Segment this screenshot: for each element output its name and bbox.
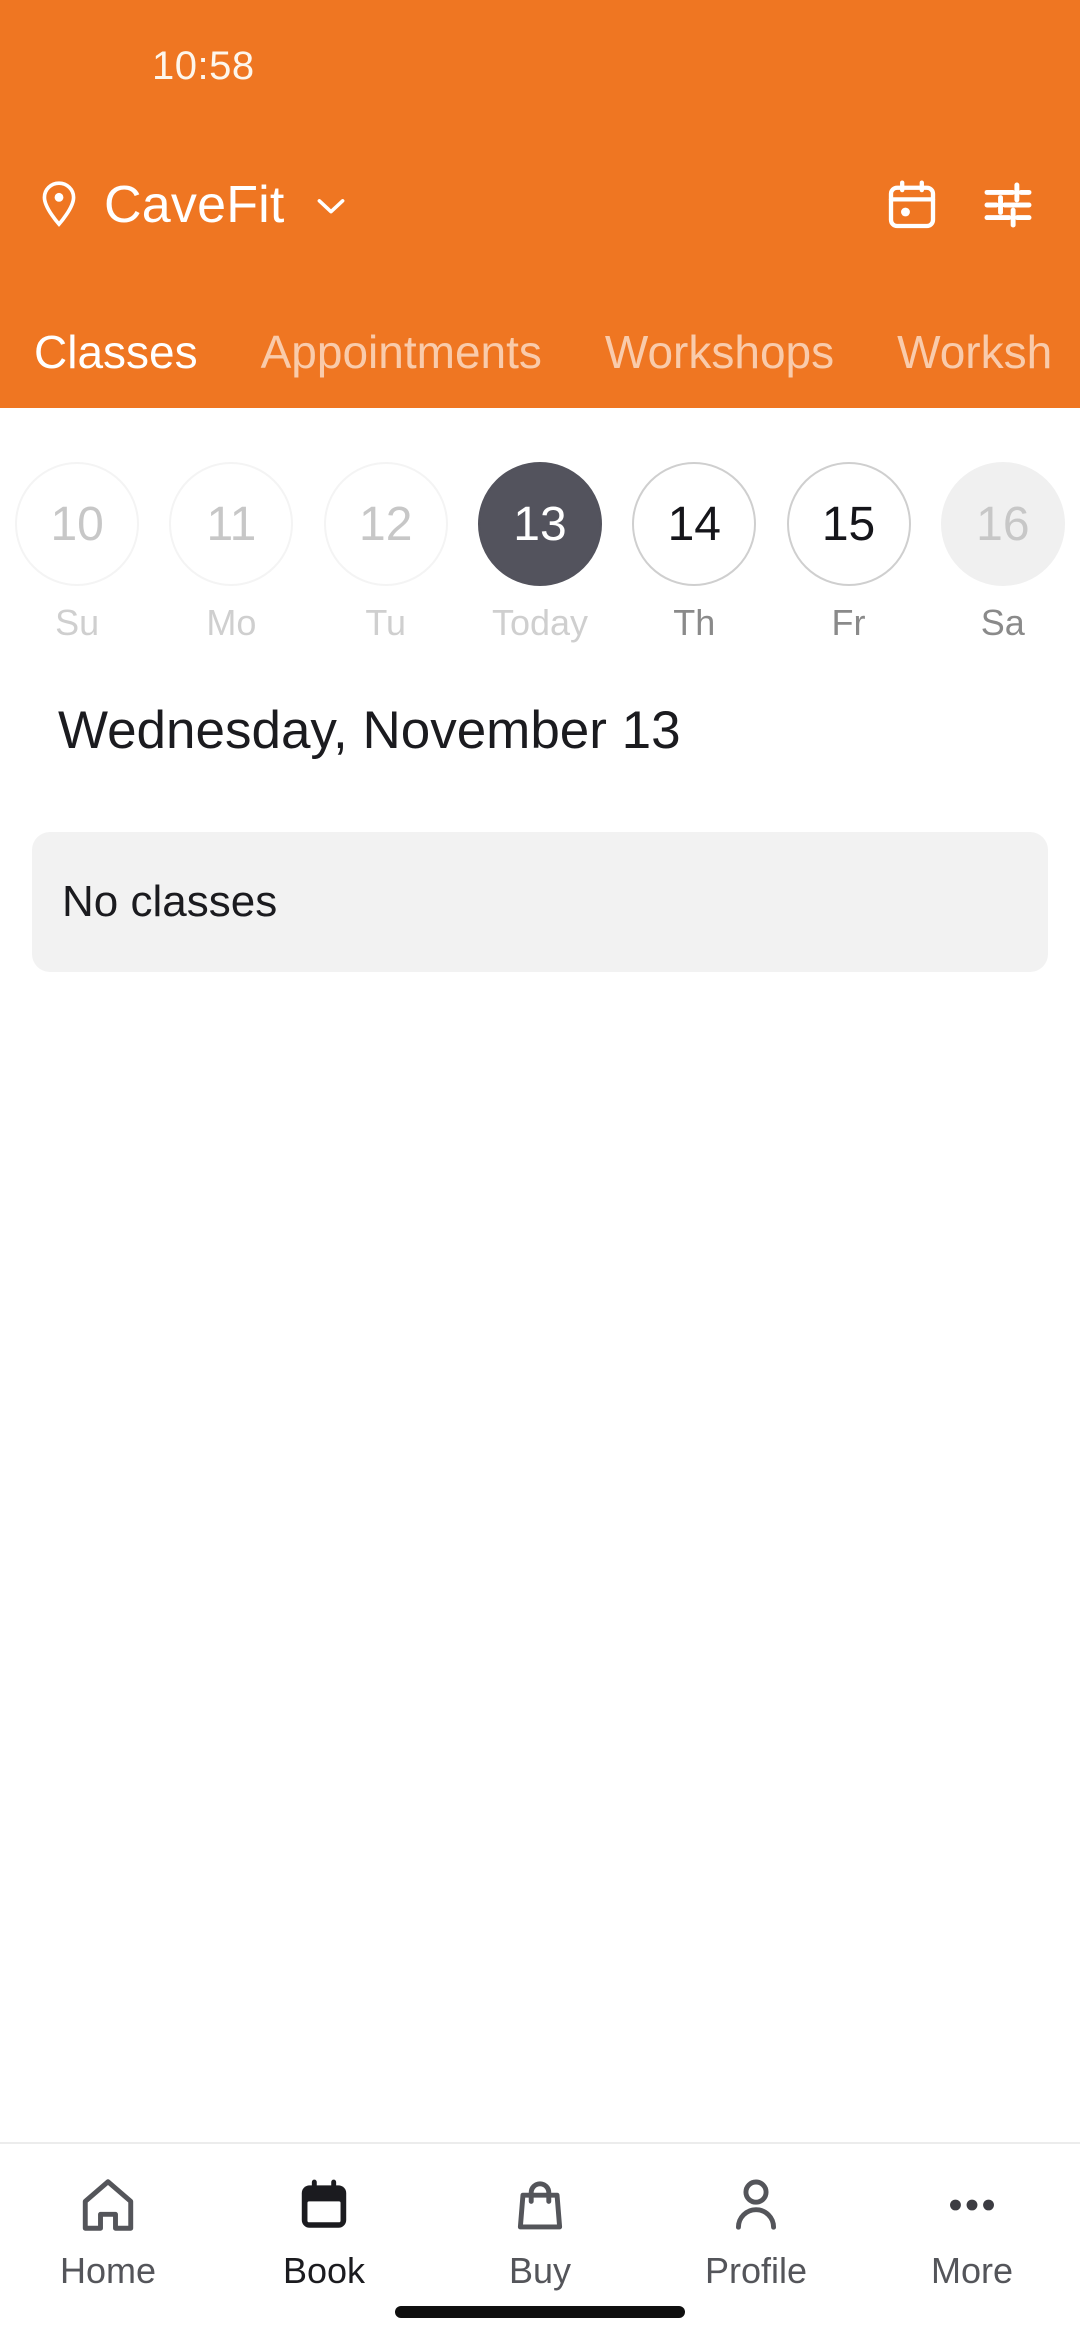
bottom-navigation: Home Book Buy Profile More [0, 2142, 1080, 2340]
date-cell-14[interactable]: 14 Th [617, 440, 771, 670]
nav-item-more[interactable]: More [864, 2144, 1080, 2340]
sliders-filter-icon[interactable] [980, 177, 1036, 233]
date-cell-13-today[interactable]: 13 Today [463, 440, 617, 670]
shopping-bag-icon [509, 2174, 571, 2236]
date-number: 11 [169, 462, 294, 586]
date-weekday: Su [55, 602, 100, 643]
date-number: 10 [15, 462, 140, 586]
nav-label: Book [282, 2250, 366, 2291]
nav-label: Home [59, 2250, 157, 2291]
calendar-filled-icon [293, 2174, 355, 2236]
tab-workshops[interactable]: Workshops [605, 325, 834, 383]
date-cell-11[interactable]: 11 Mo [154, 440, 308, 670]
header-actions [884, 155, 1036, 255]
date-weekday: Tu [365, 602, 407, 643]
ellipsis-icon [941, 2174, 1003, 2236]
date-cell-15[interactable]: 15 Fr [771, 440, 925, 670]
status-bar-clock: 10:58 [152, 44, 255, 88]
date-number: 14 [632, 462, 757, 586]
nav-label: More [930, 2250, 1014, 2291]
date-cell-12[interactable]: 12 Tu [309, 440, 463, 670]
location-name: CaveFit [104, 176, 285, 234]
person-icon [725, 2174, 787, 2236]
date-weekday: Fr [831, 602, 866, 643]
location-pin-icon [36, 179, 82, 231]
app-header: 10:58 CaveFit Classes Appointments Works… [0, 0, 1080, 408]
date-strip: 10 Su 11 Mo 12 Tu 13 Today 14 Th 15 Fr 1… [0, 440, 1080, 670]
home-icon [77, 2174, 139, 2236]
date-number: 12 [323, 462, 448, 586]
tab-workshops-overflow[interactable]: Worksh [897, 325, 1052, 383]
tab-classes[interactable]: Classes [34, 325, 198, 383]
status-bar: 10:58 [0, 0, 1080, 120]
date-weekday: Mo [206, 602, 257, 643]
calendar-icon[interactable] [884, 177, 940, 233]
tab-appointments[interactable]: Appointments [261, 325, 542, 383]
home-indicator [395, 2306, 685, 2318]
chevron-down-icon [285, 185, 351, 225]
date-cell-10[interactable]: 10 Su [0, 440, 154, 670]
date-cell-16[interactable]: 16 Sa [926, 440, 1080, 670]
no-classes-message: No classes [62, 877, 278, 926]
date-number: 13 [477, 462, 602, 586]
date-number: 15 [786, 462, 911, 586]
date-number: 16 [940, 462, 1065, 586]
location-selector[interactable]: CaveFit [36, 155, 351, 255]
location-row: CaveFit [0, 155, 1080, 255]
date-weekday: Sa [980, 602, 1025, 643]
nav-label: Buy [508, 2250, 572, 2291]
date-weekday: Th [673, 602, 716, 643]
date-weekday: Today [491, 602, 589, 643]
nav-item-home[interactable]: Home [0, 2144, 216, 2340]
nav-label: Profile [704, 2250, 808, 2291]
category-tabs: Classes Appointments Workshops Worksh [0, 300, 1080, 408]
selected-date-heading: Wednesday, November 13 [58, 701, 681, 760]
no-classes-card: No classes [32, 832, 1048, 972]
